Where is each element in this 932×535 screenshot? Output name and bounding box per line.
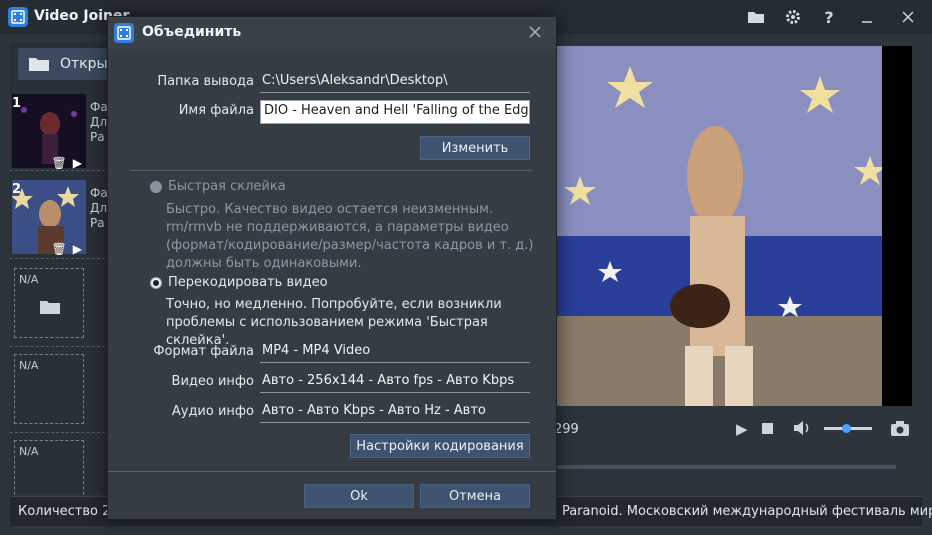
clip-index: 1 [12,96,22,111]
play-icon[interactable]: ▶ [736,420,748,438]
folder-icon[interactable] [745,6,767,28]
add-folder-icon [40,301,60,314]
clip-index: 2 [12,182,22,197]
minimize-icon[interactable] [856,6,878,28]
seek-bar[interactable] [550,465,896,469]
divider [108,471,556,472]
volume-slider-handle[interactable] [842,424,851,433]
video-info-value: Авто - 256x144 - Авто fps - Авто Kbps [260,371,530,393]
camera-icon[interactable] [890,419,910,441]
trash-icon[interactable]: 🗑 [52,242,67,256]
output-folder-label: Папка вывода [157,74,254,89]
dialog-title-bar: Объединить [108,17,556,49]
divider [10,346,110,347]
folder-open-icon [29,58,49,71]
join-dialog: Объединить Папка вывода C:\Users\Aleksan… [107,16,557,520]
output-folder-value: C:\Users\Aleksandr\Desktop\ [260,71,530,93]
stop-icon[interactable] [762,423,773,434]
divider [10,258,110,259]
cancel-button[interactable]: Отмена [420,484,530,508]
encode-settings-button[interactable]: Настройки кодирования [350,434,530,458]
filename-label: Имя файла [178,103,254,118]
app-logo-icon [8,7,28,27]
divider [10,170,110,171]
fast-join-label: Быстрая склейка [168,179,286,194]
reencode-label: Перекодировать видео [168,275,328,290]
empty-slot-label: N/A [19,445,39,458]
clip-item[interactable]: 2 🗑 ▶ Фа Дл Ра [10,180,110,260]
audio-info-value: Авто - Авто Kbps - Авто Hz - Авто [260,401,530,423]
empty-slot-label: N/A [19,273,39,286]
volume-icon[interactable] [792,418,812,442]
dialog-title: Объединить [142,24,242,40]
audio-info-label: Аудио инфо [171,404,254,419]
format-label: Формат файла [153,344,254,359]
empty-clip-slot[interactable]: N/A [14,354,84,424]
clip-info: Фа Дл Ра [90,186,108,230]
video-preview [550,46,912,406]
play-icon[interactable]: ▶ [73,242,82,256]
player-controls: ▶ [550,414,912,444]
clip-info: Фа Дл Ра [90,100,108,144]
fast-join-description: Быстро. Качество видео остается неизменн… [166,202,534,271]
open-button-label: Откры [60,56,108,72]
play-icon[interactable]: ▶ [73,156,82,170]
divider [10,432,110,433]
video-info-label: Видео инфо [171,374,254,389]
empty-clip-slot[interactable]: N/A [14,268,84,338]
help-icon[interactable]: ? [818,6,840,28]
open-file-button[interactable]: Откры [18,48,118,80]
close-icon[interactable] [897,6,919,28]
app-logo-icon [114,23,134,43]
change-folder-button[interactable]: Изменить [420,136,530,160]
clip-count-text: Количество 2 [18,504,111,519]
format-select[interactable]: MP4 - MP4 Video [260,341,530,363]
gear-icon[interactable] [782,6,804,28]
ok-button[interactable]: Ok [304,484,414,508]
clip-item[interactable]: 1 🗑 ▶ Фа Дл Ра [10,94,110,174]
video-title-text: я Paranoid. Московский международный фес… [550,504,932,519]
empty-slot-label: N/A [19,359,39,372]
volume-slider[interactable] [824,424,872,433]
filename-input[interactable]: DIO - Heaven and Hell 'Falling of the Ed… [260,100,530,124]
reencode-radio[interactable] [150,277,162,289]
fast-join-radio[interactable] [150,181,162,193]
close-icon[interactable] [524,21,546,43]
trash-icon[interactable]: 🗑 [52,156,67,170]
divider [130,170,532,171]
clip-list-panel: Откры 1 🗑 ▶ Фа Дл Ра 2 🗑 ▶ Фа Дл Ра N/A … [10,42,118,510]
